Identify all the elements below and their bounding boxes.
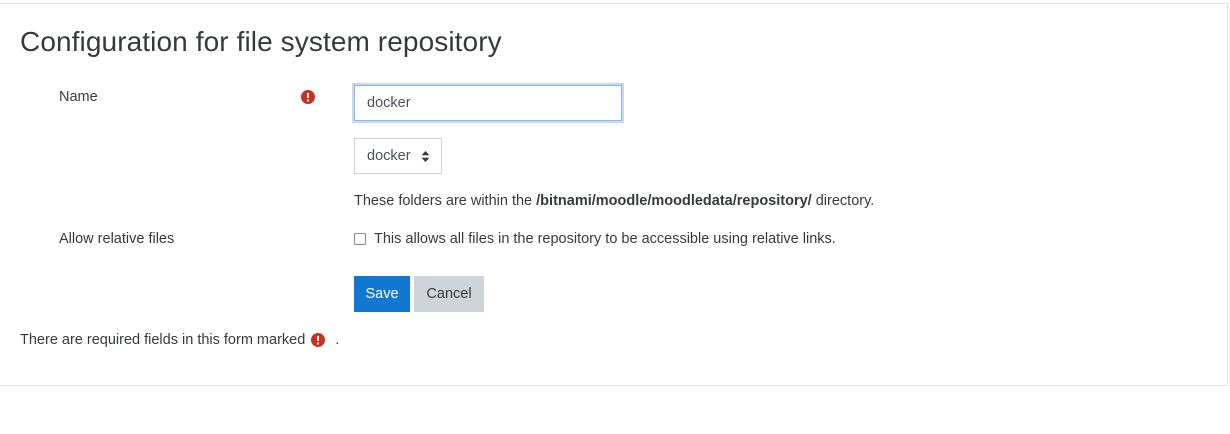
name-label: Name <box>59 89 98 105</box>
required-note-text: There are required fields in this form m… <box>20 332 306 348</box>
save-button[interactable]: Save <box>354 276 410 312</box>
required-icon <box>301 90 315 104</box>
relative-files-checkbox-label[interactable]: This allows all files in the repository … <box>374 231 836 247</box>
required-note-end: . <box>335 332 340 348</box>
page-title: Configuration for file system repository <box>20 26 502 57</box>
folder-select-value: docker <box>367 148 411 164</box>
folder-help-text: These folders are within the /bitnami/mo… <box>354 193 874 209</box>
name-input[interactable] <box>354 85 622 121</box>
help-prefix: These folders are within the <box>354 193 537 209</box>
required-fields-note: There are required fields in this form m… <box>20 332 339 348</box>
required-icon <box>311 333 326 347</box>
cancel-button[interactable]: Cancel <box>414 276 484 312</box>
folder-select[interactable]: docker <box>354 138 442 174</box>
relative-files-checkbox[interactable] <box>354 233 366 245</box>
help-suffix: directory. <box>811 193 875 209</box>
sort-arrows-icon <box>421 151 430 162</box>
help-path: /bitnami/moodle/moodledata/repository/ <box>536 193 812 209</box>
relative-files-label: Allow relative files <box>59 231 175 247</box>
